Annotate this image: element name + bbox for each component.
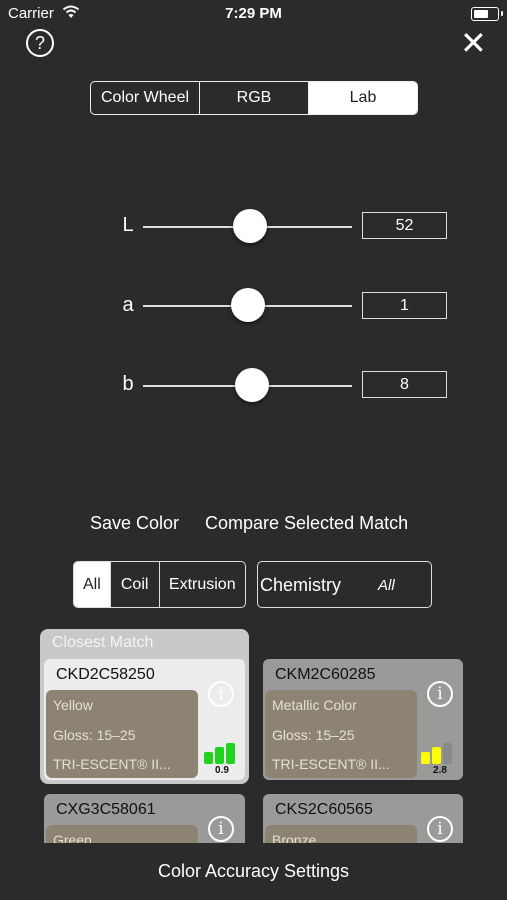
b-value-field[interactable]: 8 (362, 371, 447, 398)
accuracy-bars (421, 742, 457, 764)
color-swatch: Metallic Color Gloss: 15–25 TRI-ESCENT® … (265, 690, 417, 778)
color-accuracy-settings-button[interactable]: Color Accuracy Settings (0, 843, 507, 900)
slider-label-b: b (122, 373, 134, 395)
clock: 7:29 PM (225, 5, 282, 22)
close-icon[interactable]: ✕ (460, 27, 487, 59)
match-color-name: Bronze (272, 832, 317, 843)
closest-match-title: Closest Match (52, 634, 154, 651)
slider-label-a: a (122, 294, 134, 316)
a-value-field[interactable]: 1 (362, 292, 447, 319)
accuracy-bar (204, 752, 213, 764)
chemistry-value: All (378, 577, 395, 594)
status-bar: Carrier 7:29 PM (0, 0, 507, 28)
product-filter-control: All Coil Extrusion (73, 561, 246, 608)
slider-thumb-l[interactable] (232, 209, 267, 243)
slider-thumb-b[interactable] (234, 368, 269, 402)
match-list: Closest Match CKD2C58250 i Yellow Gloss:… (0, 625, 507, 843)
slider-thumb-a[interactable] (230, 288, 265, 322)
chemistry-label: Chemistry (260, 575, 342, 595)
slider-label-l: L (122, 214, 134, 236)
info-icon[interactable]: i (208, 816, 234, 842)
match-product: TRI-ESCENT® II... (53, 756, 171, 772)
match-product: TRI-ESCENT® II... (272, 756, 390, 772)
match-gloss: Gloss: 15–25 (53, 727, 136, 743)
accuracy-bar (215, 747, 224, 764)
accuracy-bar (443, 743, 452, 764)
tab-color-wheel[interactable]: Color Wheel (91, 82, 200, 114)
filter-coil[interactable]: Coil (111, 562, 160, 607)
accuracy-bar (432, 747, 441, 764)
accuracy-bars (204, 742, 240, 764)
match-color-name: Yellow (53, 697, 93, 713)
l-value-field[interactable]: 52 (362, 212, 447, 239)
match-code: CXG3C58061 (56, 801, 156, 818)
mode-segmented-control: Color Wheel RGB Lab (90, 81, 418, 115)
match-code: CKD2C58250 (56, 666, 155, 683)
info-icon[interactable]: i (208, 681, 234, 707)
match-card[interactable]: CKS2C60565 i Bronze (263, 794, 463, 843)
color-swatch: Bronze (265, 825, 417, 843)
accuracy-bar (421, 752, 430, 764)
color-swatch: Yellow Gloss: 15–25 TRI-ESCENT® II... (46, 690, 198, 778)
chemistry-selector[interactable]: Chemistry All (257, 561, 432, 608)
match-code: CKS2C60565 (275, 801, 373, 818)
match-card[interactable]: CKD2C58250 i Yellow Gloss: 15–25 TRI-ESC… (44, 659, 245, 780)
match-code: CKM2C60285 (275, 666, 376, 683)
tab-rgb[interactable]: RGB (200, 82, 309, 114)
save-color-button[interactable]: Save Color (90, 513, 179, 534)
match-gloss: Gloss: 15–25 (272, 727, 355, 743)
accuracy-score: 0.9 (215, 765, 229, 776)
info-icon[interactable]: i (427, 816, 453, 842)
color-swatch: Green (46, 825, 198, 843)
match-card[interactable]: CXG3C58061 i Green (44, 794, 245, 843)
match-color-name: Green (53, 832, 92, 843)
match-card[interactable]: CKM2C60285 i Metallic Color Gloss: 15–25… (263, 659, 463, 780)
help-icon[interactable]: ? (26, 29, 54, 57)
compare-selected-match-button[interactable]: Compare Selected Match (205, 513, 408, 534)
battery-tip (501, 11, 503, 16)
info-icon[interactable]: i (427, 681, 453, 707)
filter-all[interactable]: All (74, 562, 111, 607)
accuracy-bar (226, 743, 235, 764)
accuracy-score: 2.8 (433, 765, 447, 776)
filter-extrusion[interactable]: Extrusion (160, 562, 246, 607)
tab-lab[interactable]: Lab (309, 82, 417, 114)
battery-icon (471, 7, 499, 21)
match-color-name: Metallic Color (272, 697, 357, 713)
